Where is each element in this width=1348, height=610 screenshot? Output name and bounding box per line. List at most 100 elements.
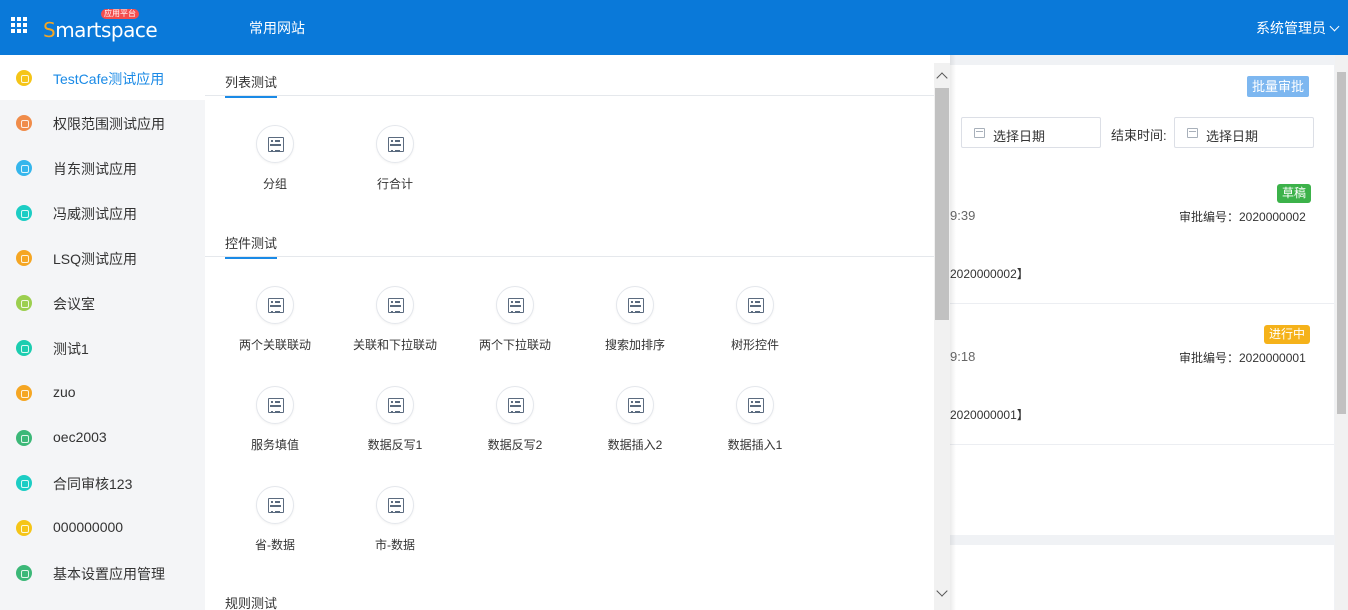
section-header: 列表测试 xyxy=(205,55,934,98)
app-tile-label: 分组 xyxy=(262,177,287,191)
end-date-input[interactable]: 选择日期 xyxy=(1174,117,1314,148)
user-menu[interactable]: 系统管理员 xyxy=(1256,18,1348,38)
sidebar-item-label: 冯威测试应用 xyxy=(53,206,137,222)
common-sites-link[interactable]: 常用网站 xyxy=(249,18,305,38)
app-tile-label: 数据反写2 xyxy=(487,438,543,452)
sidebar-item[interactable]: LSQ测试应用 xyxy=(0,235,205,280)
sidebar-item-label: 权限范围测试应用 xyxy=(53,116,165,132)
section-header: 规则测试 xyxy=(205,576,934,610)
sidebar-item[interactable]: 测试1 xyxy=(0,325,205,370)
app-tile-label: 搜索加排序 xyxy=(604,338,665,352)
status-badge: 草稿 xyxy=(1277,184,1312,203)
list-document-icon xyxy=(736,386,774,424)
app-tile-label: 行合计 xyxy=(376,177,413,191)
app-tile[interactable]: 两个关联联动 xyxy=(215,286,335,356)
sidebar-item-label: 肖东测试应用 xyxy=(53,161,137,177)
end-time-label: 结束时间: xyxy=(1111,128,1167,143)
app-tile[interactable]: 分组 xyxy=(215,125,335,195)
panel-scrollbar[interactable] xyxy=(934,63,950,610)
app-icon xyxy=(16,520,32,536)
panel-scrollbar-thumb[interactable] xyxy=(935,88,949,320)
list-document-icon xyxy=(256,386,294,424)
approval-number: 审批编号：2020000001 xyxy=(1179,351,1306,365)
sidebar-item-label: TestCafe测试应用 xyxy=(53,71,165,87)
app-icon xyxy=(16,385,32,401)
app-tile-label: 两个关联联动 xyxy=(238,338,311,352)
app-icon xyxy=(16,160,32,176)
list-document-icon xyxy=(376,386,414,424)
user-name: 系统管理员 xyxy=(1256,20,1326,36)
sidebar-item[interactable]: 权限范围测试应用 xyxy=(0,100,205,145)
list-document-icon xyxy=(736,286,774,324)
list-document-icon xyxy=(376,286,414,324)
app-tile[interactable]: 树形控件 xyxy=(695,286,815,356)
sidebar-item-label: 会议室 xyxy=(53,296,95,312)
app-tile[interactable]: 搜索加排序 xyxy=(575,286,695,356)
app-tile[interactable]: 数据反写2 xyxy=(455,386,575,456)
sidebar-item-label: LSQ测试应用 xyxy=(53,251,138,267)
sidebar-item[interactable]: 基本设置应用管理 xyxy=(0,550,205,595)
record-ref: 2020000002】 xyxy=(950,267,1029,281)
app-tile[interactable]: 数据插入2 xyxy=(575,386,695,456)
sidebar-item[interactable]: 会议室 xyxy=(0,280,205,325)
list-document-icon xyxy=(256,286,294,324)
section-title: 规则测试 xyxy=(225,593,277,610)
app-tile-label: 数据反写1 xyxy=(367,438,423,452)
section-title: 控件测试 xyxy=(225,233,278,259)
calendar-icon xyxy=(974,128,985,138)
end-date-placeholder: 选择日期 xyxy=(1206,129,1259,144)
sidebar-item-label: 合同审核123 xyxy=(53,476,133,492)
start-date-input[interactable]: 选择日期 xyxy=(961,117,1101,148)
sidebar-item[interactable]: 肖东测试应用 xyxy=(0,145,205,190)
panel-shadow xyxy=(950,55,956,610)
batch-approve-button[interactable]: 批量审批 xyxy=(1247,76,1309,97)
record-ref: 2020000001】 xyxy=(950,408,1029,422)
scroll-down-icon[interactable] xyxy=(936,585,948,597)
smartspace-logo[interactable]: Smartspace 应用平台 xyxy=(43,8,158,44)
sidebar-item[interactable]: oec2003 xyxy=(0,415,205,460)
app-tile-label: 服务填值 xyxy=(250,438,299,452)
list-document-icon xyxy=(616,286,654,324)
app-tile[interactable]: 市-数据 xyxy=(335,486,455,556)
list-document-icon xyxy=(376,125,414,163)
app-tile-label: 数据插入2 xyxy=(607,438,663,452)
calendar-icon xyxy=(1187,128,1198,138)
app-icon xyxy=(16,70,32,86)
row-divider xyxy=(950,444,1334,445)
sidebar-item-label: 测试1 xyxy=(53,341,89,357)
list-document-icon xyxy=(376,486,414,524)
sidebar-item-label: zuo xyxy=(53,384,76,400)
app-tile[interactable]: 两个下拉联动 xyxy=(455,286,575,356)
sidebar-item[interactable]: 合同审核123 xyxy=(0,460,205,505)
section-title: 列表测试 xyxy=(225,72,278,98)
sidebar-item[interactable]: 冯威测试应用 xyxy=(0,190,205,235)
row-divider xyxy=(950,303,1334,304)
section-header: 控件测试 xyxy=(205,216,934,259)
scroll-up-icon[interactable] xyxy=(936,72,948,84)
logo-text-rest: martspace xyxy=(55,18,158,42)
page-scrollbar[interactable] xyxy=(1335,55,1348,610)
app-icon xyxy=(16,430,32,446)
start-date-placeholder: 选择日期 xyxy=(993,129,1046,144)
app-tile-label: 两个下拉联动 xyxy=(478,338,551,352)
app-tile[interactable]: 关联和下拉联动 xyxy=(335,286,455,356)
app-tile[interactable]: 数据插入1 xyxy=(695,386,815,456)
sidebar-item[interactable]: 000000000 xyxy=(0,505,205,550)
logo-badge: 应用平台 xyxy=(101,9,139,19)
sidebar-item[interactable]: zuo xyxy=(0,370,205,415)
app-tile[interactable]: 省-数据 xyxy=(215,486,335,556)
app-icon xyxy=(16,340,32,356)
page-scrollbar-thumb[interactable] xyxy=(1337,72,1346,414)
app-grid-icon[interactable] xyxy=(11,17,27,33)
sidebar-item[interactable]: TestCafe测试应用 xyxy=(0,55,205,100)
app-tile[interactable]: 服务填值 xyxy=(215,386,335,456)
app-icon xyxy=(16,205,32,221)
secondary-card xyxy=(950,545,1334,610)
list-document-icon xyxy=(616,386,654,424)
app-tile[interactable]: 行合计 xyxy=(335,125,455,195)
list-document-icon xyxy=(496,286,534,324)
app-sidebar: TestCafe测试应用 权限范围测试应用 肖东测试应用 冯威测试应用 LSQ测试应用会… xyxy=(0,55,205,610)
status-badge: 进行中 xyxy=(1264,325,1311,344)
app-icon xyxy=(16,565,32,581)
app-tile[interactable]: 数据反写1 xyxy=(335,386,455,456)
